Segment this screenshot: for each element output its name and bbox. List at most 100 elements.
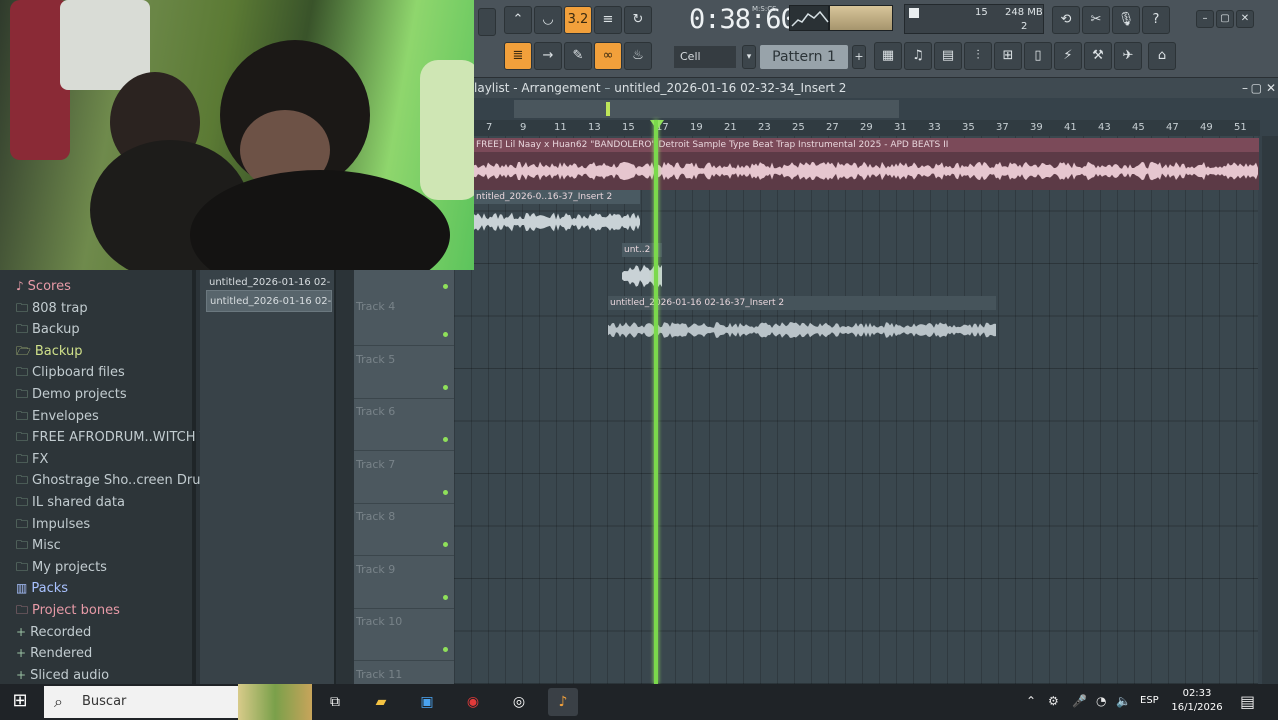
piano-roll-icon[interactable]: ♫ bbox=[904, 42, 932, 70]
link-tool-icon[interactable]: ∞ bbox=[594, 42, 622, 70]
track-header[interactable]: Track 8 bbox=[354, 504, 454, 556]
browser-item[interactable]: 🗀 Envelopes bbox=[16, 406, 99, 426]
browser-item[interactable]: ♪ Scores bbox=[16, 276, 71, 296]
mixer-icon[interactable]: ⫶ bbox=[964, 42, 992, 70]
track-mute-icon[interactable] bbox=[443, 594, 448, 600]
track-mute-icon[interactable] bbox=[443, 384, 448, 390]
horizontal-scrollbar[interactable] bbox=[514, 100, 899, 118]
playlist-tool-icon[interactable]: ≣ bbox=[504, 42, 532, 70]
track-mute-icon[interactable] bbox=[443, 437, 448, 442]
track-header[interactable]: Track 6 bbox=[354, 399, 454, 451]
mic-icon[interactable]: 🎙 bbox=[1112, 6, 1140, 34]
browser-item[interactable]: 🗀 Demo projects bbox=[16, 384, 127, 404]
browser-item[interactable]: 🗀 Misc bbox=[16, 535, 61, 555]
browser-item[interactable]: + Recorded bbox=[16, 622, 91, 642]
windows-start-icon[interactable]: ⊞ bbox=[6, 690, 34, 714]
browser-item[interactable]: 🗀 Clipboard files bbox=[16, 362, 125, 382]
browser-item[interactable]: 🗁 Backup bbox=[16, 341, 83, 361]
channel-rack-icon[interactable]: ▤ bbox=[934, 42, 962, 70]
record-app-icon[interactable]: ◉ bbox=[458, 688, 488, 716]
arrow-tool-icon[interactable]: → bbox=[534, 42, 562, 70]
track-mute-icon[interactable] bbox=[443, 647, 448, 652]
minimize-icon[interactable]: – bbox=[1196, 10, 1214, 28]
plugin-icon[interactable]: ⚡ bbox=[1054, 42, 1082, 70]
project-info-icon[interactable]: ▯ bbox=[1024, 42, 1052, 70]
wifi-icon[interactable]: ◔ bbox=[1096, 694, 1106, 708]
track-header[interactable]: Track 5 bbox=[354, 347, 454, 399]
clock[interactable]: 02:33 16/1/2026 bbox=[1170, 687, 1224, 715]
pattern-add-icon[interactable]: + bbox=[852, 45, 866, 69]
browser-icon[interactable]: ⊞ bbox=[994, 42, 1022, 70]
step-edit-icon[interactable]: ≡ bbox=[594, 6, 622, 34]
browser-item[interactable]: 🗀 FX bbox=[16, 449, 48, 469]
help-icon[interactable]: ? bbox=[1142, 6, 1170, 34]
browser-item[interactable]: 🗀 My projects bbox=[16, 557, 107, 577]
pattern-prev-icon[interactable]: ▾ bbox=[742, 45, 756, 69]
plugins-db-icon[interactable]: ✈ bbox=[1114, 42, 1142, 70]
mic-tray-icon[interactable]: 🎤 bbox=[1072, 694, 1087, 708]
scroll-thumb[interactable] bbox=[606, 102, 610, 116]
panel-divider[interactable] bbox=[338, 270, 352, 684]
store-icon[interactable]: ▣ bbox=[412, 688, 442, 716]
notification-icon[interactable]: ▤ bbox=[1240, 692, 1255, 711]
track-mute-icon[interactable] bbox=[443, 284, 448, 289]
clip-waveform[interactable] bbox=[608, 312, 996, 348]
loop-record-icon[interactable]: ↻ bbox=[624, 6, 652, 34]
close-icon[interactable]: ✕ bbox=[1236, 10, 1254, 28]
vertical-scrollbar[interactable] bbox=[1262, 136, 1278, 684]
draw-tool-icon[interactable]: ✎ bbox=[564, 42, 592, 70]
metronome-icon[interactable]: ⌃ bbox=[504, 6, 532, 34]
track-mute-icon[interactable] bbox=[443, 332, 448, 337]
playlist-close-icon[interactable]: ✕ bbox=[1266, 78, 1276, 98]
tempo-tap-button[interactable]: 3.2 bbox=[564, 6, 592, 34]
browser-item[interactable]: 🗀 IL shared data bbox=[16, 492, 125, 512]
browser-item-label: Sliced audio bbox=[30, 667, 110, 683]
language-indicator[interactable]: ESP bbox=[1140, 695, 1159, 706]
browser-item[interactable]: 🗀 Impulses bbox=[16, 514, 90, 534]
clip-header[interactable]: FREE] Lil Naay x Huan62 "BANDOLERO" Detr… bbox=[474, 138, 1259, 152]
browser-item[interactable]: 🗀 Project bones bbox=[16, 600, 120, 620]
clip-header[interactable]: untitled_2026-01-16 02-16-37_Insert 2 bbox=[608, 296, 996, 310]
track-header[interactable]: Track 4 bbox=[354, 294, 454, 346]
fl-studio-icon[interactable]: ♪ bbox=[548, 688, 578, 716]
tools-icon[interactable]: ⚒ bbox=[1084, 42, 1112, 70]
track-mute-icon[interactable] bbox=[443, 542, 448, 547]
track-header[interactable]: Track 10 bbox=[354, 609, 454, 661]
browser-item[interactable]: 🗀 808 trap bbox=[16, 298, 88, 318]
show-hidden-icon[interactable]: ⌃ bbox=[1026, 694, 1036, 708]
volume-icon[interactable]: 🔈 bbox=[1116, 694, 1131, 708]
track-header[interactable]: Track 7 bbox=[354, 452, 454, 504]
file-explorer-icon[interactable]: ▰ bbox=[366, 688, 396, 716]
obs-icon[interactable]: ◎ bbox=[504, 688, 534, 716]
folder-icon: 🗀 bbox=[16, 322, 29, 337]
timeline-ruler[interactable]: 7 9 11 13 15 17 19 21 23 25 27 29 31 33 35 37 39 41 43 45 47… bbox=[474, 120, 1260, 136]
snap-select[interactable]: Cell bbox=[674, 46, 736, 68]
tempo-field[interactable] bbox=[478, 8, 496, 36]
stamp-tool-icon[interactable]: ♨ bbox=[624, 42, 652, 70]
playlist-restore-icon[interactable]: ▢ bbox=[1251, 78, 1262, 98]
song-time-display[interactable]: 0:38:60 bbox=[689, 4, 797, 35]
network-adapter-icon[interactable]: ⚙ bbox=[1048, 694, 1059, 708]
shop-icon[interactable]: ⌂ bbox=[1148, 42, 1176, 70]
browser-item[interactable]: + Sliced audio bbox=[16, 665, 109, 685]
playlist-min-icon[interactable]: – bbox=[1242, 78, 1248, 98]
restore-icon[interactable]: ▢ bbox=[1216, 10, 1234, 28]
clip-waveform[interactable] bbox=[474, 152, 1259, 190]
browser-item[interactable]: ▥ Packs bbox=[16, 578, 68, 598]
clip-waveform[interactable] bbox=[474, 204, 640, 240]
browser-item-label: Backup bbox=[34, 343, 83, 359]
pattern-select[interactable]: Pattern 1 bbox=[760, 45, 848, 69]
playlist-window-icon[interactable]: ▦ bbox=[874, 42, 902, 70]
track-header[interactable]: Track 9 bbox=[354, 557, 454, 609]
track-mute-icon[interactable] bbox=[443, 489, 448, 495]
wait-record-icon[interactable]: ◡ bbox=[534, 6, 562, 34]
browser-item[interactable]: 🗀 Backup bbox=[16, 319, 80, 339]
clip-source-item-selected[interactable]: untitled_2026-01-16 02- bbox=[206, 290, 332, 312]
master-volume-display[interactable] bbox=[829, 5, 893, 31]
browser-item[interactable]: + Rendered bbox=[16, 643, 92, 663]
playhead[interactable] bbox=[654, 120, 658, 684]
clip-header[interactable]: ntitled_2026-0..16-37_Insert 2 bbox=[474, 190, 640, 204]
cut-icon[interactable]: ✂ bbox=[1082, 6, 1110, 34]
task-view-icon[interactable]: ⧉ bbox=[320, 688, 350, 716]
undo-icon[interactable]: ⟲ bbox=[1052, 6, 1080, 34]
